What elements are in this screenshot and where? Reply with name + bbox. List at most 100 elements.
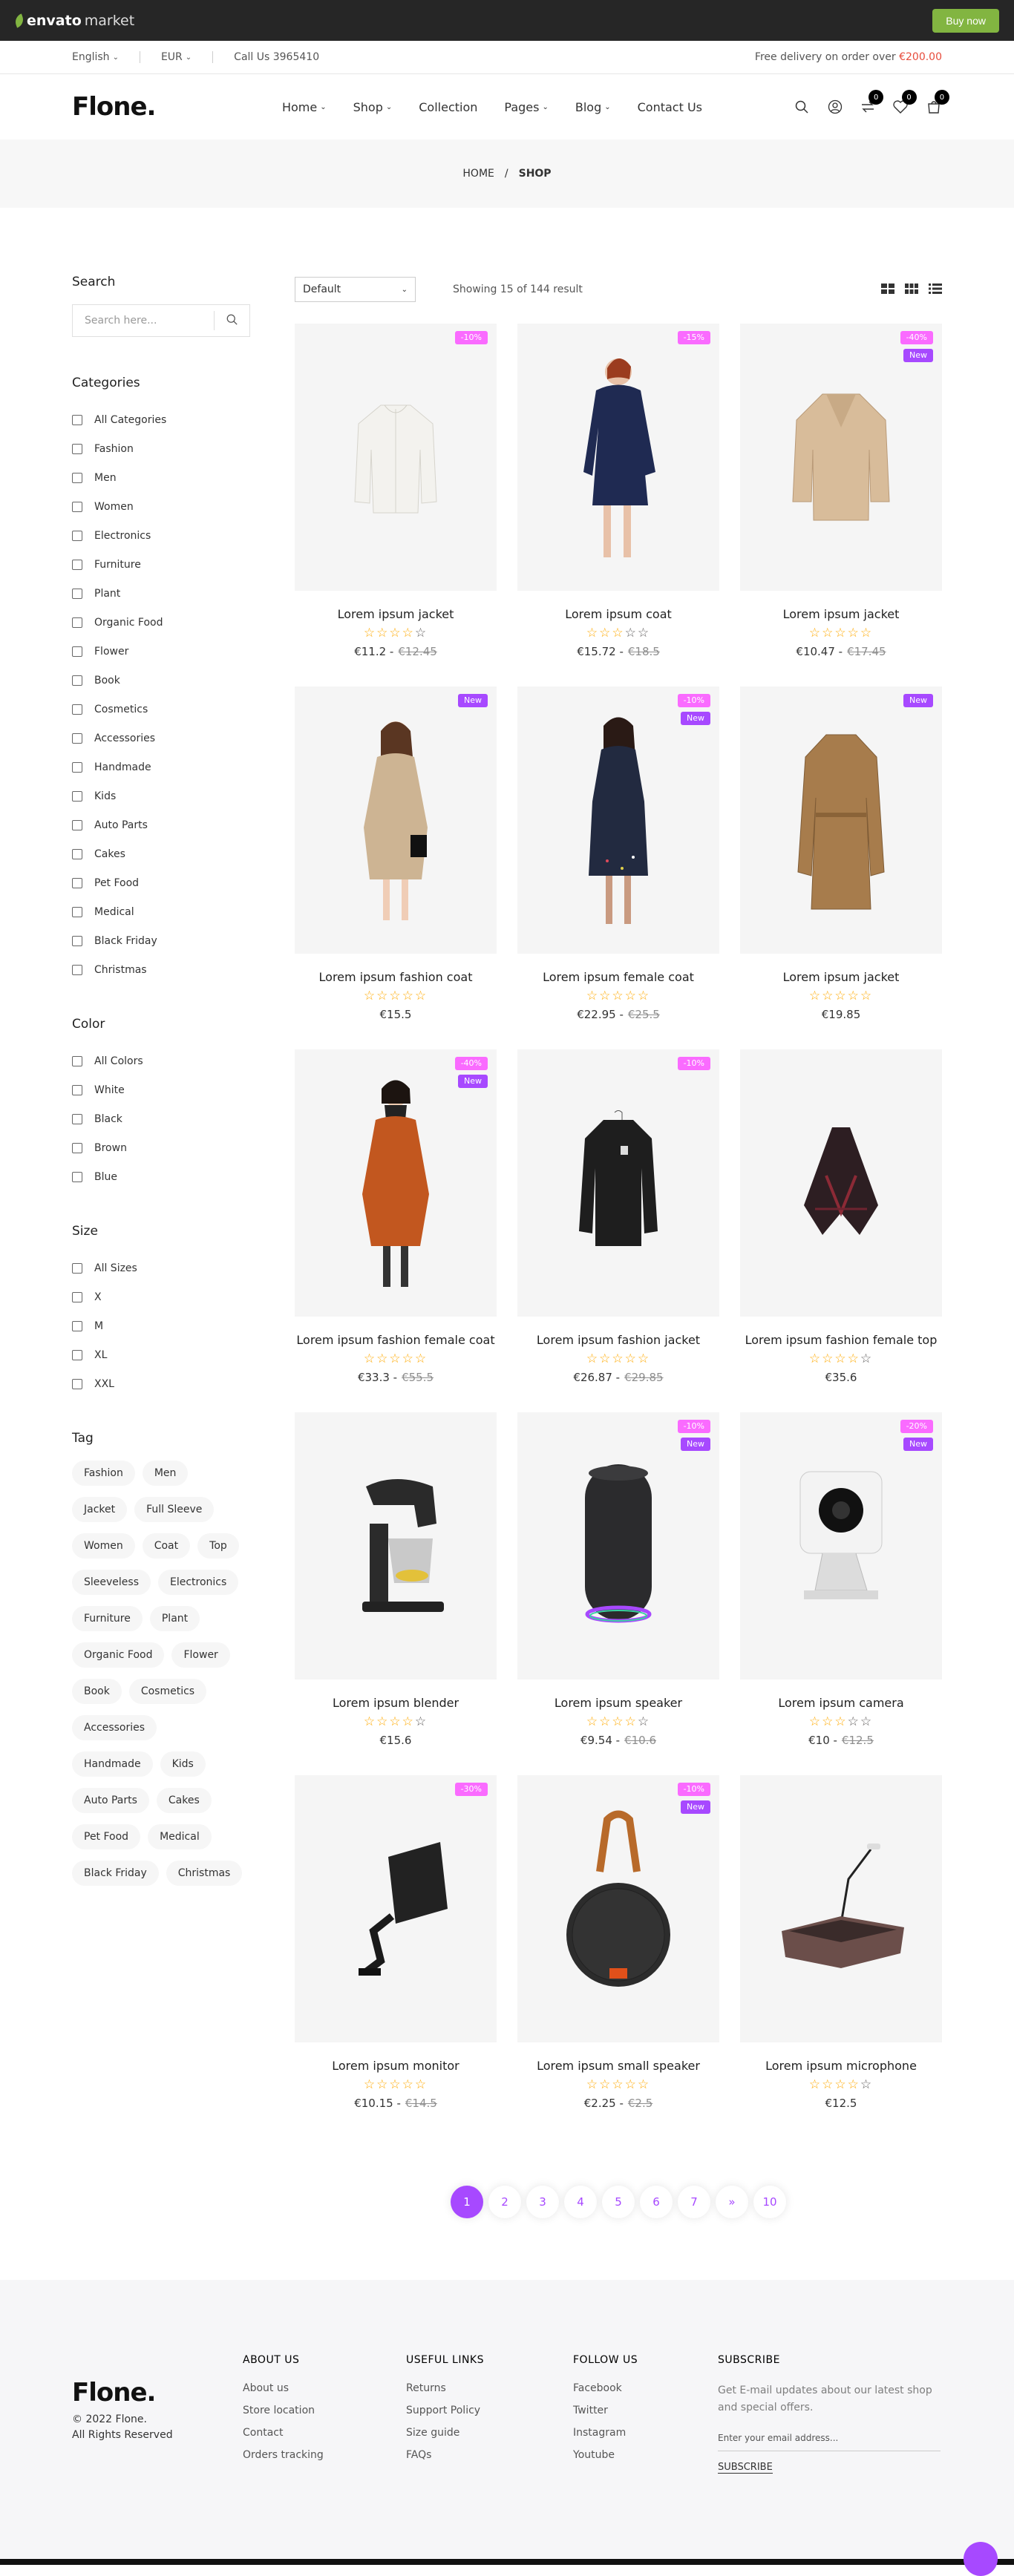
tag-chip[interactable]: Accessories [72, 1715, 157, 1740]
language-select[interactable]: English ⌄ [72, 51, 119, 63]
checkbox[interactable] [72, 964, 82, 975]
tag-chip[interactable]: Furniture [72, 1606, 143, 1631]
category-option[interactable]: Christmas [72, 955, 295, 984]
color-option[interactable]: White [72, 1075, 295, 1104]
page-button[interactable]: 7 [678, 2186, 710, 2218]
checkbox[interactable] [72, 733, 82, 744]
list-view-icon[interactable] [929, 283, 942, 297]
product-image[interactable]: New [740, 686, 942, 954]
checkbox[interactable] [72, 935, 82, 946]
checkbox[interactable] [72, 414, 82, 425]
size-option[interactable]: X [72, 1282, 295, 1311]
checkbox[interactable] [72, 617, 82, 628]
checkbox[interactable] [72, 704, 82, 715]
scroll-top-button[interactable] [964, 2542, 998, 2576]
product-image[interactable]: -40% New [295, 1049, 497, 1317]
footer-logo[interactable]: Flone. [72, 2378, 220, 2408]
category-option[interactable]: Furniture [72, 550, 295, 579]
tag-chip[interactable]: Book [72, 1679, 122, 1704]
compare-icon[interactable]: 0 [860, 90, 884, 117]
product-image[interactable]: -10% [517, 1049, 719, 1317]
size-option[interactable]: M [72, 1311, 295, 1340]
product-image[interactable]: New [295, 686, 497, 954]
product-name[interactable]: Lorem ipsum blender [295, 1696, 497, 1710]
tag-chip[interactable]: Women [72, 1533, 135, 1559]
size-option[interactable]: XL [72, 1340, 295, 1369]
site-logo[interactable]: Flone. [72, 92, 220, 122]
nav-shop[interactable]: Shop ⌄ [353, 100, 393, 114]
nav-blog[interactable]: Blog ⌄ [575, 100, 611, 114]
tag-chip[interactable]: Christmas [166, 1861, 243, 1886]
category-option[interactable]: Organic Food [72, 608, 295, 637]
product-image[interactable]: -10% New [517, 1412, 719, 1679]
category-option[interactable]: Auto Parts [72, 810, 295, 839]
category-option[interactable]: Flower [72, 637, 295, 666]
search-icon[interactable] [226, 314, 238, 328]
product-card[interactable]: -10% New Lorem ipsum small speaker ☆☆☆☆☆ €2.… [517, 1775, 719, 2138]
sidebar-search-input[interactable]: Search here... [85, 315, 157, 327]
product-image[interactable] [740, 1775, 942, 2042]
checkbox[interactable] [72, 848, 82, 859]
breadcrumb-home[interactable]: HOME [462, 168, 494, 180]
product-card[interactable]: -15% Lorem ipsum coat ☆☆☆☆☆ €15.72 - €18.5 [517, 324, 719, 686]
category-option[interactable]: Accessories [72, 724, 295, 753]
page-button[interactable]: » [716, 2186, 748, 2218]
tag-chip[interactable]: Auto Parts [72, 1788, 149, 1813]
grid-3-icon[interactable] [905, 283, 918, 297]
category-option[interactable]: All Categories [72, 405, 295, 434]
footer-link[interactable]: Instagram [573, 2427, 718, 2439]
checkbox[interactable] [72, 646, 82, 657]
footer-link[interactable]: Returns [406, 2382, 573, 2394]
checkbox[interactable] [72, 906, 82, 917]
product-name[interactable]: Lorem ipsum jacket [295, 607, 497, 621]
tag-chip[interactable]: Handmade [72, 1751, 153, 1777]
product-name[interactable]: Lorem ipsum microphone [740, 2059, 942, 2073]
product-name[interactable]: Lorem ipsum fashion jacket [517, 1333, 719, 1347]
page-button[interactable]: 5 [602, 2186, 635, 2218]
subscribe-button[interactable]: SUBSCRIBE [718, 2462, 773, 2474]
tag-chip[interactable]: Men [142, 1461, 189, 1486]
footer-link[interactable]: Orders tracking [243, 2449, 406, 2461]
tag-chip[interactable]: Kids [160, 1751, 206, 1777]
color-option[interactable]: All Colors [72, 1046, 295, 1075]
product-image[interactable]: -40% New [740, 324, 942, 591]
product-name[interactable]: Lorem ipsum speaker [517, 1696, 719, 1710]
checkbox[interactable] [72, 1113, 82, 1124]
footer-link[interactable]: Twitter [573, 2405, 718, 2416]
product-card[interactable]: -10% Lorem ipsum jacket ☆☆☆☆☆ €11.2 - €12.45 [295, 324, 497, 686]
page-button[interactable]: 10 [753, 2186, 786, 2218]
sort-select[interactable]: Default ⌄ [295, 277, 416, 302]
color-option[interactable]: Brown [72, 1133, 295, 1162]
product-image[interactable]: -10% New [517, 686, 719, 954]
checkbox[interactable] [72, 1262, 82, 1274]
tag-chip[interactable]: Pet Food [72, 1824, 141, 1849]
category-option[interactable]: Handmade [72, 753, 295, 781]
product-card[interactable]: -40% New Lorem ipsum jacket ☆☆☆☆☆ €10.47 - €1… [740, 324, 942, 686]
category-option[interactable]: Book [72, 666, 295, 695]
size-option[interactable]: All Sizes [72, 1253, 295, 1282]
nav-collection[interactable]: Collection [419, 100, 477, 114]
nav-contact[interactable]: Contact Us [638, 100, 702, 114]
tag-chip[interactable]: Top [197, 1533, 239, 1559]
product-name[interactable]: Lorem ipsum camera [740, 1696, 942, 1710]
category-option[interactable]: Plant [72, 579, 295, 608]
product-name[interactable]: Lorem ipsum jacket [740, 970, 942, 984]
checkbox[interactable] [72, 559, 82, 570]
product-card[interactable]: Lorem ipsum fashion female top ☆☆☆☆☆ €35.6 [740, 1049, 942, 1412]
tag-chip[interactable]: Fashion [72, 1461, 135, 1486]
checkbox[interactable] [72, 501, 82, 512]
tag-chip[interactable]: Plant [149, 1606, 200, 1631]
color-option[interactable]: Black [72, 1104, 295, 1133]
category-option[interactable]: Kids [72, 781, 295, 810]
product-image[interactable] [740, 1049, 942, 1317]
checkbox[interactable] [72, 1171, 82, 1182]
page-button[interactable]: 4 [564, 2186, 597, 2218]
footer-link[interactable]: Support Policy [406, 2405, 573, 2416]
subscribe-email-input[interactable]: Enter your email address... [718, 2416, 941, 2451]
product-name[interactable]: Lorem ipsum female coat [517, 970, 719, 984]
category-option[interactable]: Cosmetics [72, 695, 295, 724]
product-image[interactable]: -10% [295, 324, 497, 591]
footer-link[interactable]: Facebook [573, 2382, 718, 2394]
product-name[interactable]: Lorem ipsum fashion coat [295, 970, 497, 984]
checkbox[interactable] [72, 443, 82, 454]
